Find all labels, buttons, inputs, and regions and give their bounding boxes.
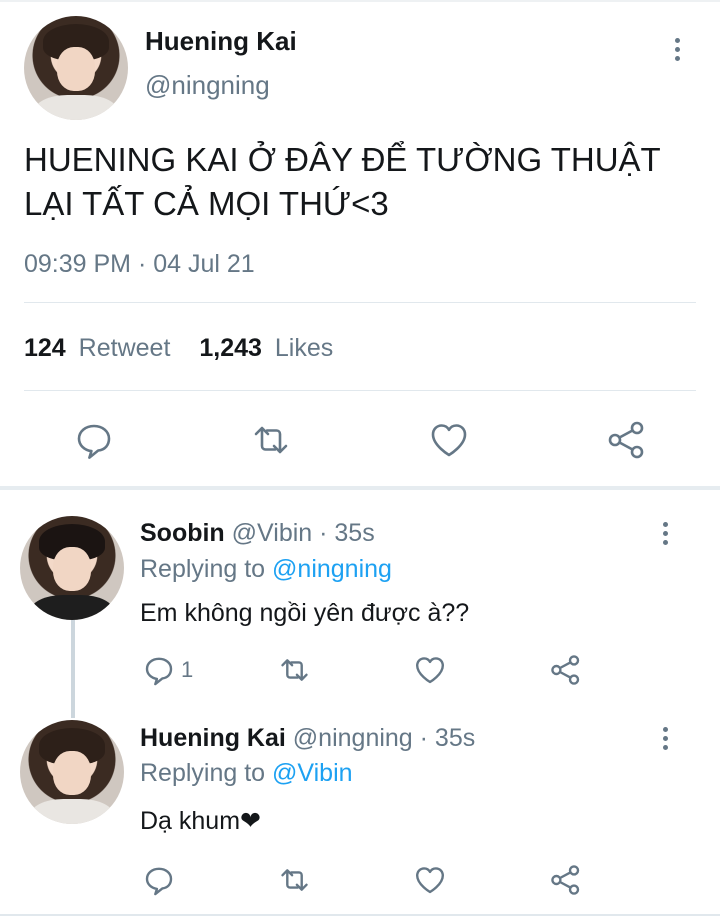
more-options-icon[interactable] <box>663 522 669 549</box>
section-divider <box>0 486 720 490</box>
avatar[interactable] <box>20 516 124 620</box>
bottom-divider <box>0 914 720 916</box>
replying-to: Replying to @Vibin <box>140 759 353 788</box>
reply-text: Em không ngồi yên được à?? <box>140 599 470 627</box>
like-count[interactable]: 1,243 <box>199 334 262 362</box>
reply-author-name[interactable]: Huening Kai <box>140 724 286 752</box>
reply-icon[interactable] <box>74 420 114 460</box>
like-icon[interactable] <box>428 420 470 460</box>
replying-to: Replying to @ningning <box>140 555 392 584</box>
divider <box>24 302 696 303</box>
reply-text: Dạ khum❤ <box>140 807 261 835</box>
tweet-text-line: LẠI TẤT CẢ MỌI THỨ<3 <box>24 185 389 222</box>
divider <box>24 390 696 391</box>
replying-to-label: Replying to <box>140 555 266 583</box>
share-icon[interactable] <box>549 654 583 686</box>
like-icon[interactable] <box>413 864 447 896</box>
timestamp[interactable]: 09:39 PM · 04 Jul 21 <box>24 250 255 279</box>
reply-header: Huening Kai @ningning · 35s <box>140 724 475 753</box>
tweet-text-line: HUENING KAI Ở ĐÂY ĐỂ TƯỜNG THUẬT <box>24 141 661 178</box>
reply-icon[interactable] <box>143 654 175 686</box>
retweet-label[interactable]: Retweet <box>79 334 171 362</box>
share-icon[interactable] <box>549 864 583 896</box>
author-name[interactable]: Huening Kai <box>145 26 297 57</box>
tweet-text: HUENING KAI Ở ĐÂY ĐỂ TƯỜNG THUẬT LẠI TẤT… <box>24 138 704 226</box>
reply-count: 1 <box>181 657 194 682</box>
author-handle[interactable]: @ningning <box>145 70 270 101</box>
retweet-count[interactable]: 124 <box>24 334 66 362</box>
retweet-icon[interactable] <box>276 654 313 686</box>
reply-icon[interactable] <box>143 864 175 896</box>
reply-handle-time[interactable]: @Vibin · 35s <box>232 519 375 547</box>
reply-handle-time[interactable]: @ningning · 35s <box>293 724 475 752</box>
retweet-icon[interactable] <box>276 864 313 896</box>
more-options-icon[interactable] <box>675 38 681 65</box>
more-options-icon[interactable] <box>663 727 669 754</box>
like-label[interactable]: Likes <box>275 334 333 362</box>
reply-header: Soobin @Vibin · 35s <box>140 519 375 548</box>
like-icon[interactable] <box>413 654 447 686</box>
avatar[interactable] <box>20 720 124 824</box>
share-icon[interactable] <box>606 420 648 460</box>
replying-to-handle[interactable]: @Vibin <box>272 759 353 787</box>
thread-line <box>71 618 75 718</box>
replying-to-handle[interactable]: @ningning <box>272 555 392 583</box>
engagement-stats: 124 Retweet 1,243 Likes <box>24 334 333 363</box>
replying-to-label: Replying to <box>140 759 266 787</box>
top-border <box>0 0 720 2</box>
retweet-icon[interactable] <box>248 420 294 460</box>
reply-author-name[interactable]: Soobin <box>140 519 225 547</box>
avatar[interactable] <box>24 16 128 120</box>
